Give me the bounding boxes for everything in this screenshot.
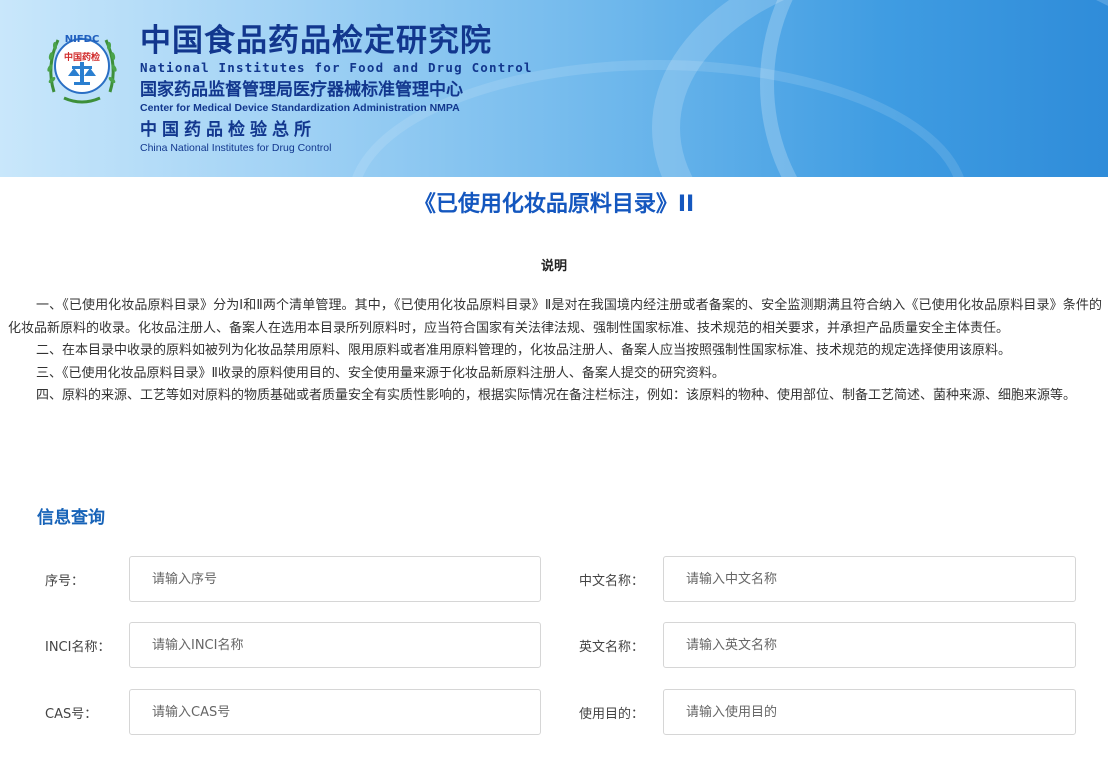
org-name-en-tertiary: China National Institutes for Drug Contr…	[140, 142, 332, 154]
query-row: CAS号： 使用目的：	[0, 689, 1108, 737]
purpose-input[interactable]	[663, 689, 1076, 735]
svg-text:NIFDC: NIFDC	[65, 34, 100, 45]
english-name-input[interactable]	[663, 622, 1076, 668]
nifdc-logo-icon: NIFDC 中国药检	[47, 34, 117, 104]
organization-names: 中国食品药品检定研究院 National Institutes for Food…	[140, 22, 533, 154]
cas-number-input[interactable]	[129, 689, 541, 735]
query-row: INCI名称： 英文名称：	[0, 622, 1108, 670]
serial-number-input[interactable]	[129, 556, 541, 602]
org-name-en-primary: National Institutes for Food and Drug Co…	[140, 60, 533, 75]
description-paragraph: 三、《已使用化妆品原料目录》Ⅱ收录的原料使用目的、安全使用量来源于化妆品新原料注…	[36, 365, 725, 381]
svg-text:中国药检: 中国药检	[64, 51, 100, 63]
query-row: 序号： 中文名称：	[0, 556, 1108, 604]
org-name-en-secondary: Center for Medical Device Standardizatio…	[140, 102, 460, 114]
description-heading: 说明	[540, 259, 567, 274]
inci-name-input[interactable]	[129, 622, 541, 668]
page-title: 《已使用化妆品原料目录》II	[413, 192, 695, 217]
query-section-title: 信息查询	[37, 508, 105, 528]
org-name-cn-primary: 中国食品药品检定研究院	[140, 23, 492, 59]
org-name-cn-tertiary: 中国药品检验总所	[140, 120, 316, 140]
chinese-name-label: 中文名称：	[579, 574, 645, 589]
org-name-cn-secondary: 国家药品监督管理局医疗器械标准管理中心	[140, 80, 463, 100]
cas-number-label: CAS号：	[45, 707, 98, 722]
inci-name-label: INCI名称：	[45, 640, 111, 655]
serial-number-label: 序号：	[45, 574, 85, 589]
purpose-label: 使用目的：	[579, 707, 645, 722]
description-paragraph: 二、在本目录中收录的原料如被列为化妆品禁用原料、限用原料或者准用原料管理的，化妆…	[36, 343, 1012, 358]
chinese-name-input[interactable]	[663, 556, 1076, 602]
description-body: 一、《已使用化妆品原料目录》分为Ⅰ和Ⅱ两个清单管理。其中，《已使用化妆品原料目录…	[8, 295, 1102, 408]
header-banner: NIFDC 中国药检 中国食品药品检定研究院 National Institut…	[0, 0, 1108, 177]
english-name-label: 英文名称：	[579, 640, 645, 655]
description-paragraph: 一、《已使用化妆品原料目录》分为Ⅰ和Ⅱ两个清单管理。其中，《已使用化妆品原料目录…	[8, 298, 1102, 336]
description-paragraph: 四、原料的来源、工艺等如对原料的物质基础或者质量安全有实质性影响的，根据实际情况…	[36, 388, 1077, 403]
